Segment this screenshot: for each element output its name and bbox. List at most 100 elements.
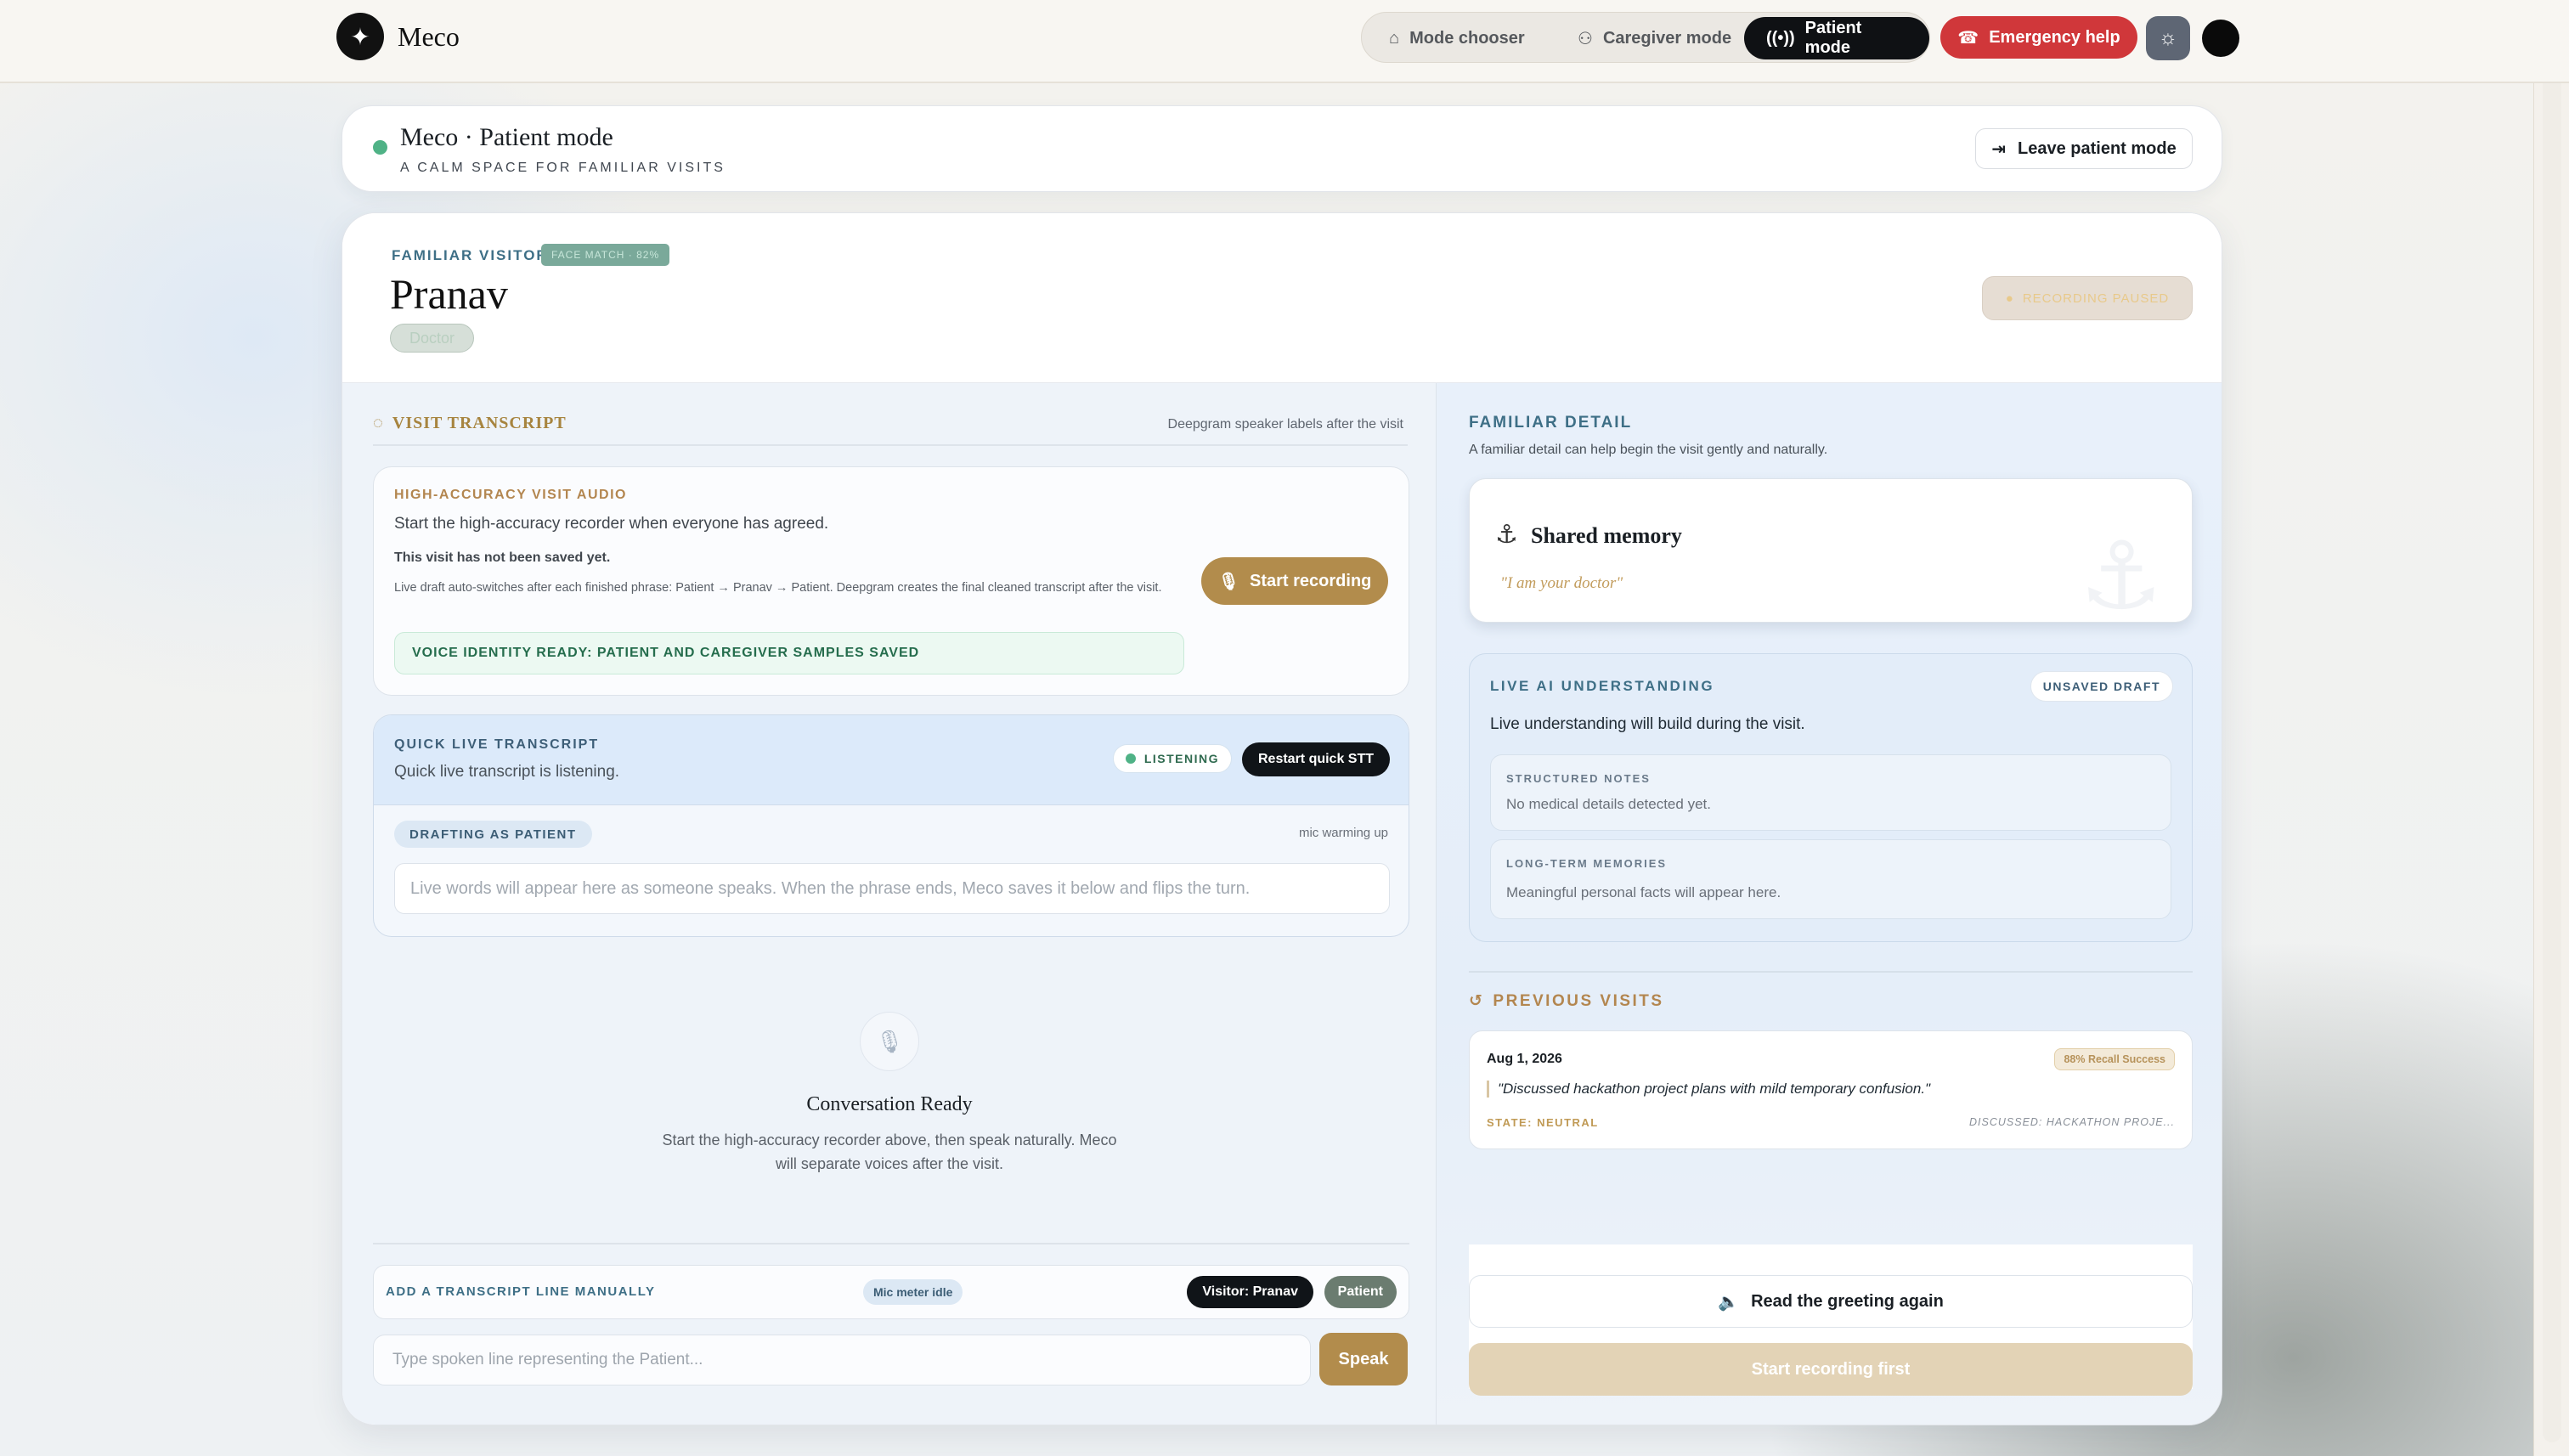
sun-icon: ☼ xyxy=(2159,26,2177,49)
users-icon: ⚇ xyxy=(1578,29,1593,48)
start-recording-button[interactable]: 🎙 Start recording xyxy=(1201,557,1388,605)
divider xyxy=(373,1243,1409,1244)
speak-button[interactable]: Speak xyxy=(1319,1333,1408,1385)
shared-memory-card: ⚓ ⚓ Shared memory "I am your doctor" xyxy=(1469,478,2193,623)
broadcast-icon: ((•)) xyxy=(1766,28,1795,48)
visit-audio-card: HIGH-ACCURACY VISIT AUDIO Start the high… xyxy=(373,466,1409,696)
visit-transcript-title: VISIT TRANSCRIPT xyxy=(392,414,567,432)
live-ai-text: Live understanding will build during the… xyxy=(1490,715,1805,733)
transcript-column: ◌ VISIT TRANSCRIPT Deepgram speaker labe… xyxy=(342,383,1437,1425)
leave-label: Leave patient mode xyxy=(2018,138,2177,158)
visit-state: STATE: NEUTRAL xyxy=(1487,1116,1599,1129)
start-recording-label: Start recording xyxy=(1250,571,1372,590)
familiar-detail-sub: A familiar detail can help begin the vis… xyxy=(1469,443,1828,457)
familiar-visitor-label: FAMILIAR VISITOR xyxy=(392,247,549,263)
structured-notes-label: STRUCTURED NOTES xyxy=(1506,772,1651,785)
mic-icon: 🎙 xyxy=(1217,572,1240,591)
manual-line-label: ADD A TRANSCRIPT LINE MANUALLY xyxy=(386,1284,656,1299)
not-saved-text: This visit has not been saved yet. xyxy=(394,550,611,565)
emergency-help-button[interactable]: ☎ Emergency help xyxy=(1940,16,2137,59)
recording-status-badge: ● RECORDING PAUSED xyxy=(1982,276,2193,320)
patient-mode-header: Meco · Patient mode A CALM SPACE FOR FAM… xyxy=(342,105,2222,192)
visit-audio-label: HIGH-ACCURACY VISIT AUDIO xyxy=(394,488,627,502)
mode-switcher: ⌂ Mode chooser ⚇ Caregiver mode ((•)) Pa… xyxy=(1361,12,1930,63)
speaker-icon: 🔈 xyxy=(1718,1292,1740,1312)
live-words-box: Live words will appear here as someone s… xyxy=(394,863,1390,914)
visit-actions: 🔈 Read the greeting again Start recordin… xyxy=(1469,1244,2193,1396)
mic-icon: ● xyxy=(2005,291,2014,306)
speaker-visitor-button[interactable]: Visitor: Pranav xyxy=(1187,1276,1313,1308)
speaker-patient-button[interactable]: Patient xyxy=(1324,1276,1397,1308)
manual-line-bar: ADD A TRANSCRIPT LINE MANUALLY Mic meter… xyxy=(373,1265,1409,1319)
nav-caregiver-mode-label: Caregiver mode xyxy=(1602,28,1732,48)
nav-mode-chooser-label: Mode chooser xyxy=(1409,28,1525,48)
face-match-badge: FACE MATCH · 82% xyxy=(541,244,670,266)
app-logo[interactable]: ✦ Meco xyxy=(336,13,460,60)
emergency-help-label: Emergency help xyxy=(1989,27,2120,47)
previous-visit-card[interactable]: Aug 1, 2026 88% Recall Success "Discusse… xyxy=(1469,1030,2193,1149)
unsaved-draft-badge: UNSAVED DRAFT xyxy=(2030,671,2173,702)
scrollbar-thumb[interactable] xyxy=(2543,7,2561,1442)
conversation-ready-title: Conversation Ready xyxy=(806,1093,973,1115)
live-draft-explainer: Live draft auto-switches after each fini… xyxy=(394,581,1162,595)
visit-transcript-heading: ◌ VISIT TRANSCRIPT xyxy=(373,414,567,433)
live-ai-card: LIVE AI UNDERSTANDING UNSAVED DRAFT Live… xyxy=(1469,653,2193,942)
familiar-detail-label: FAMILIAR DETAIL xyxy=(1469,414,1633,432)
structured-notes-box: STRUCTURED NOTES No medical details dete… xyxy=(1490,754,2171,831)
quick-transcript-header: QUICK LIVE TRANSCRIPT Quick live transcr… xyxy=(374,715,1409,805)
recording-status-label: RECORDING PAUSED xyxy=(2022,291,2170,306)
quick-transcript-label: QUICK LIVE TRANSCRIPT xyxy=(394,737,600,752)
page-title: Meco · Patient mode xyxy=(400,123,613,151)
page-subtitle: A CALM SPACE FOR FAMILIAR VISITS xyxy=(400,161,726,175)
theme-toggle-button[interactable]: ☼ xyxy=(2146,16,2190,60)
listening-label: LISTENING xyxy=(1143,752,1219,765)
nav-caregiver-mode[interactable]: ⚇ Caregiver mode xyxy=(1556,17,1753,59)
top-bar: ✦ Meco ⌂ Mode chooser ⚇ Caregiver mode (… xyxy=(0,0,2569,83)
visit-card: FAMILIAR VISITOR FACE MATCH · 82% Pranav… xyxy=(342,212,2222,1425)
previous-visits-label: PREVIOUS VISITS xyxy=(1493,991,1664,1010)
previous-visits-heading: ↺ PREVIOUS VISITS xyxy=(1469,991,1664,1011)
mic-meter-badge: Mic meter idle xyxy=(863,1279,963,1305)
quick-live-transcript-card: QUICK LIVE TRANSCRIPT Quick live transcr… xyxy=(373,714,1409,937)
visit-audio-text: Start the high-accuracy recorder when ev… xyxy=(394,515,829,533)
visit-date: Aug 1, 2026 xyxy=(1487,1052,1562,1066)
sparkle-icon: ✦ xyxy=(336,13,384,60)
mic-icon: 🎙 xyxy=(860,1012,919,1071)
listening-badge: LISTENING xyxy=(1112,744,1232,773)
divider xyxy=(1469,971,2193,973)
conversation-ready-desc: Start the high-accuracy recorder above, … xyxy=(662,1132,1117,1172)
long-term-memories-box: LONG-TERM MEMORIES Meaningful personal f… xyxy=(1490,839,2171,919)
page-scrollbar[interactable] xyxy=(2533,0,2569,1456)
conversation-ready-panel: 🎙 Conversation Ready Start the high-accu… xyxy=(342,1012,1437,1176)
nav-patient-mode[interactable]: ((•)) Patient mode xyxy=(1744,17,1929,59)
visit-discussed: DISCUSSED: HACKATHON PROJE... xyxy=(1969,1116,2175,1128)
home-icon: ⌂ xyxy=(1389,28,1400,48)
drafting-speaker-badge: DRAFTING AS PATIENT xyxy=(394,821,592,848)
phone-icon: ☎ xyxy=(1957,28,1979,48)
structured-notes-text: No medical details detected yet. xyxy=(1506,796,1711,812)
anchor-icon: ⚓ xyxy=(1495,521,1518,549)
nav-mode-chooser[interactable]: ⌂ Mode chooser xyxy=(1367,17,1547,59)
history-icon: ↺ xyxy=(1469,992,1485,1010)
anchor-watermark-icon: ⚓ xyxy=(2079,524,2163,623)
chat-bubble-icon: ◌ xyxy=(373,414,384,432)
visitor-role-badge: Doctor xyxy=(390,324,475,353)
manual-line-input[interactable]: Type spoken line representing the Patien… xyxy=(373,1335,1311,1385)
shared-memory-title: Shared memory xyxy=(1531,523,1682,548)
visitor-header: FAMILIAR VISITOR FACE MATCH · 82% Pranav… xyxy=(342,213,2222,383)
status-dot xyxy=(373,140,387,155)
start-recording-first-button[interactable]: Start recording first xyxy=(1469,1343,2193,1396)
shared-memory-quote: "I am your doctor" xyxy=(1500,574,1623,592)
read-greeting-button[interactable]: 🔈 Read the greeting again xyxy=(1469,1275,2193,1328)
long-term-memories-label: LONG-TERM MEMORIES xyxy=(1506,857,1668,870)
speaker-labels-note: Deepgram speaker labels after the visit xyxy=(1167,417,1403,432)
voice-identity-status: VOICE IDENTITY READY: PATIENT AND CAREGI… xyxy=(394,632,1184,674)
read-greeting-label: Read the greeting again xyxy=(1751,1291,1944,1311)
listening-dot-icon xyxy=(1125,753,1136,764)
leave-patient-mode-button[interactable]: ⇥ Leave patient mode xyxy=(1975,128,2193,169)
avatar[interactable] xyxy=(2202,20,2239,57)
nav-patient-mode-label: Patient mode xyxy=(1804,19,1862,57)
restart-quick-stt-button[interactable]: Restart quick STT xyxy=(1242,742,1390,776)
divider xyxy=(373,444,1408,446)
exit-icon: ⇥ xyxy=(1991,139,2007,159)
